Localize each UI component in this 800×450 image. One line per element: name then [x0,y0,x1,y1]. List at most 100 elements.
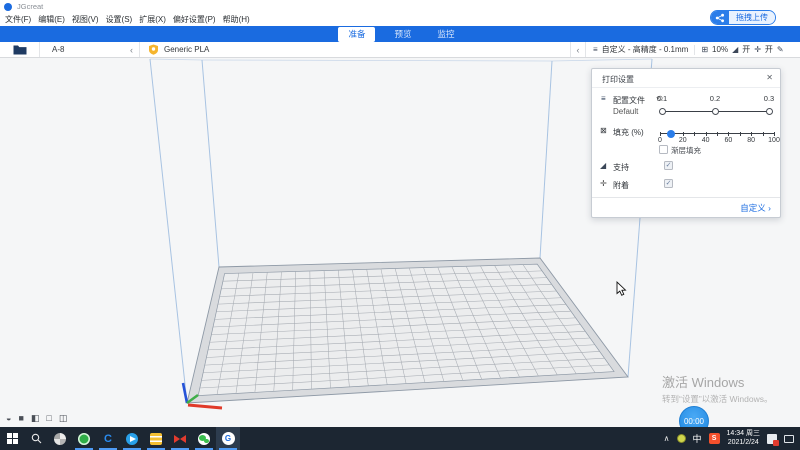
pinwheel-icon [54,433,66,445]
profile-slider-stop[interactable] [766,108,773,115]
printer-name: A-8 [52,45,64,54]
printer-selector[interactable]: A-8 ‹ [40,42,140,57]
custom-settings-button[interactable]: 自定义 › [740,202,771,214]
open-file-button[interactable] [0,42,40,57]
tab-preview[interactable]: 预览 [387,27,418,41]
taskbar-app-pinwheel[interactable] [48,427,72,450]
edit-pencil-icon[interactable]: ✎ [777,45,784,54]
taskbar-app-wechat[interactable] [192,427,216,450]
collapse-left-icon[interactable]: ‹ [130,45,133,55]
summary-separator [694,45,695,55]
collapse-right[interactable]: ‹ [570,42,586,57]
view-3d-icon[interactable]: ◒ [6,413,11,424]
material-shield-icon [148,44,159,55]
adhesion-state: 开 [765,44,773,55]
config-toolbar: A-8 ‹ Generic PLA ‹ ≡ 自定义 - 高精度 - 0.1mm … [0,42,800,58]
search-icon [31,433,42,444]
green-browser-icon [78,433,90,445]
print-settings-summary[interactable]: ≡ 自定义 - 高精度 - 0.1mm ⊞ 10% ◢ 开 ✛ 开 ✎ [586,42,800,57]
taskbar-app-messenger[interactable] [120,427,144,450]
infill-percent: 10% [712,45,728,54]
menu-edit[interactable]: 编辑(E) [38,14,65,25]
profile-label: 配置文件 [613,95,645,106]
profile-layers-icon: ≡ [601,94,606,103]
recorder-time: 00:00 [684,417,704,426]
menu-bar: 文件(F) 编辑(E) 视图(V) 设置(S) 扩展(X) 偏好设置(P) 帮助… [0,13,800,26]
menu-view[interactable]: 视图(V) [72,14,99,25]
upload-button[interactable]: 拖拽上传 [710,10,776,25]
taskbar-clock[interactable]: 14:34 周三 2021/2/24 [727,430,760,448]
hidden-icons-chevron[interactable]: ∧ [664,434,670,443]
menu-file[interactable]: 文件(F) [5,14,31,25]
action-center-icon[interactable] [784,435,794,443]
wechat-icon [198,433,210,445]
security-badge-icon[interactable] [767,434,777,444]
infill-tick-label: 40 [696,137,716,144]
taskbar-app-bank[interactable] [144,427,168,450]
c-browser-icon: C [104,433,112,445]
menu-preferences[interactable]: 偏好设置(P) [173,14,216,25]
clock-time: 14:34 周三 [727,430,760,439]
red-butterfly-icon [174,433,186,445]
mouse-cursor [617,282,626,295]
cloud-share-icon [711,10,729,25]
adhesion-checkbox[interactable]: ✓ [664,179,673,188]
support-icon: ◢ [600,161,606,170]
close-icon[interactable]: ✕ [766,73,773,82]
taskbar-app-green-browser[interactable] [72,427,96,450]
collapse-right-icon: ‹ [577,45,580,55]
taskbar-app-red-media[interactable] [168,427,192,450]
ime-indicator[interactable]: 中 [693,432,702,445]
title-bar: JGcreat [0,0,800,13]
tray-yellow-icon[interactable] [677,434,686,443]
stage-tabs: 准备 预览 监控 [338,27,461,42]
gradual-infill-checkbox[interactable] [659,145,668,154]
material-name: Generic PLA [164,45,209,54]
sogou-input-icon[interactable]: S [709,433,720,444]
profile-slider-stop[interactable] [659,108,666,115]
tab-prepare[interactable]: 准备 [338,27,375,42]
view-left-icon[interactable]: □ [46,413,51,424]
clock-date: 2021/2/24 [727,439,760,448]
infill-tick-label: 60 [718,137,738,144]
gradual-infill-label: 渐层填充 [671,145,701,156]
start-button[interactable] [0,427,24,450]
taskbar-app-jgcreat[interactable]: G [216,427,240,450]
infill-icon: ⊞ [701,45,708,54]
menu-settings[interactable]: 设置(S) [106,14,133,25]
adhesion-icon: ✛ [754,45,761,54]
support-checkbox[interactable]: ✓ [664,161,673,170]
adhesion-label: 附着 [613,180,629,191]
window-title: JGcreat [17,2,43,11]
folder-icon [13,44,27,55]
view-front-icon[interactable]: ■ [18,413,23,424]
panel-header: 打印设置 ✕ [592,69,780,88]
material-selector[interactable]: Generic PLA [140,42,570,57]
view-right-icon[interactable]: ◫ [59,413,68,424]
profile-stop-label: 0.1 [652,94,672,103]
taskbar-app-c-browser[interactable]: C [96,427,120,450]
profile-slider-stop[interactable] [712,108,719,115]
panel-title: 打印设置 [602,74,634,85]
view-top-icon[interactable]: ◧ [31,413,40,424]
infill-tick-label: 0 [650,137,670,144]
taskbar: C G ∧ 中 S 14:34 周三 2021/2/24 [0,427,800,450]
upload-button-label: 拖拽上传 [729,10,775,25]
support-label: 支持 [613,162,629,173]
messenger-icon [126,433,138,445]
infill-tick-label: 20 [673,137,693,144]
panel-divider [592,197,780,198]
support-icon: ◢ [732,45,738,54]
profile-summary-text: 自定义 - 高精度 - 0.1mm [602,44,689,55]
menu-help[interactable]: 帮助(H) [223,14,250,25]
taskbar-search-button[interactable] [24,427,48,450]
menu-extensions[interactable]: 扩展(X) [139,14,166,25]
infill-tick-label: 80 [741,137,761,144]
infill-tick-label: 100 [764,137,784,144]
viewport-3d[interactable]: 打印设置 ✕ ≡ 配置文件 ⟲ 0.1 0.2 0.3 Default ⊠ 填充… [0,58,800,427]
profile-stop-label: 0.3 [759,94,779,103]
support-state: 开 [742,44,750,55]
profile-sub-label: Default [613,107,638,116]
camera-view-presets: ◒ ■ ◧ □ ◫ [6,413,67,424]
tab-monitor[interactable]: 监控 [431,27,462,41]
